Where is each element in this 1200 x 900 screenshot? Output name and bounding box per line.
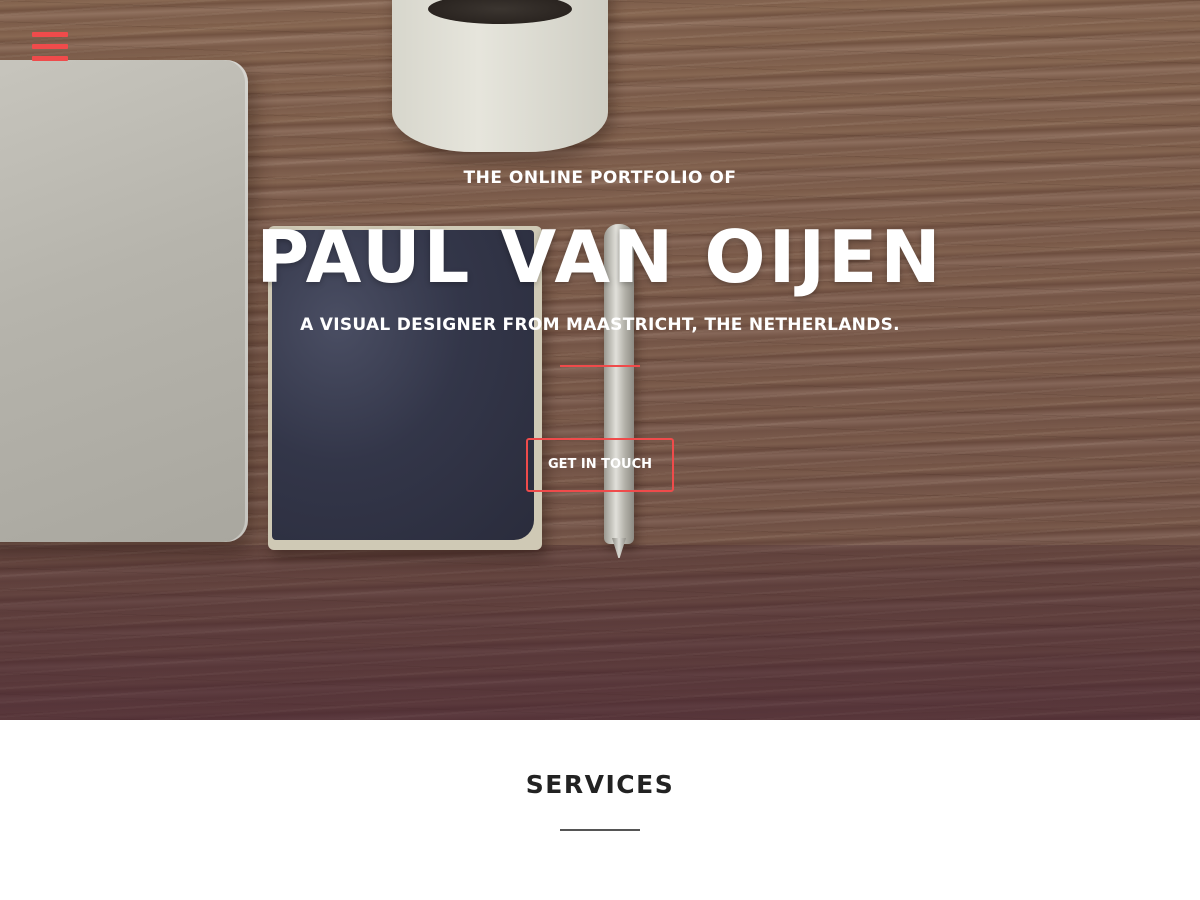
hero-eyebrow: THE ONLINE PORTFOLIO OF — [463, 168, 737, 188]
hero-name: PAUL VAN OIJEN — [256, 215, 944, 299]
services-section: SERVICES — [0, 720, 1200, 900]
menu-bar — [32, 56, 68, 61]
services-title: SERVICES — [525, 770, 675, 799]
hero-section: THE ONLINE PORTFOLIO OF PAUL VAN OIJEN A… — [0, 0, 1200, 720]
hero-divider — [560, 365, 640, 367]
coffee-surface — [428, 0, 572, 24]
coffee-cup-image — [392, 0, 608, 152]
services-divider — [560, 829, 640, 831]
hamburger-menu-icon[interactable] — [32, 32, 68, 62]
hero-tagline: A VISUAL DESIGNER FROM MAASTRICHT, THE N… — [300, 315, 900, 335]
menu-bar — [32, 44, 68, 49]
get-in-touch-button[interactable]: GET IN TOUCH — [526, 438, 674, 492]
menu-bar — [32, 32, 68, 37]
table-edge-shade — [0, 545, 1200, 720]
